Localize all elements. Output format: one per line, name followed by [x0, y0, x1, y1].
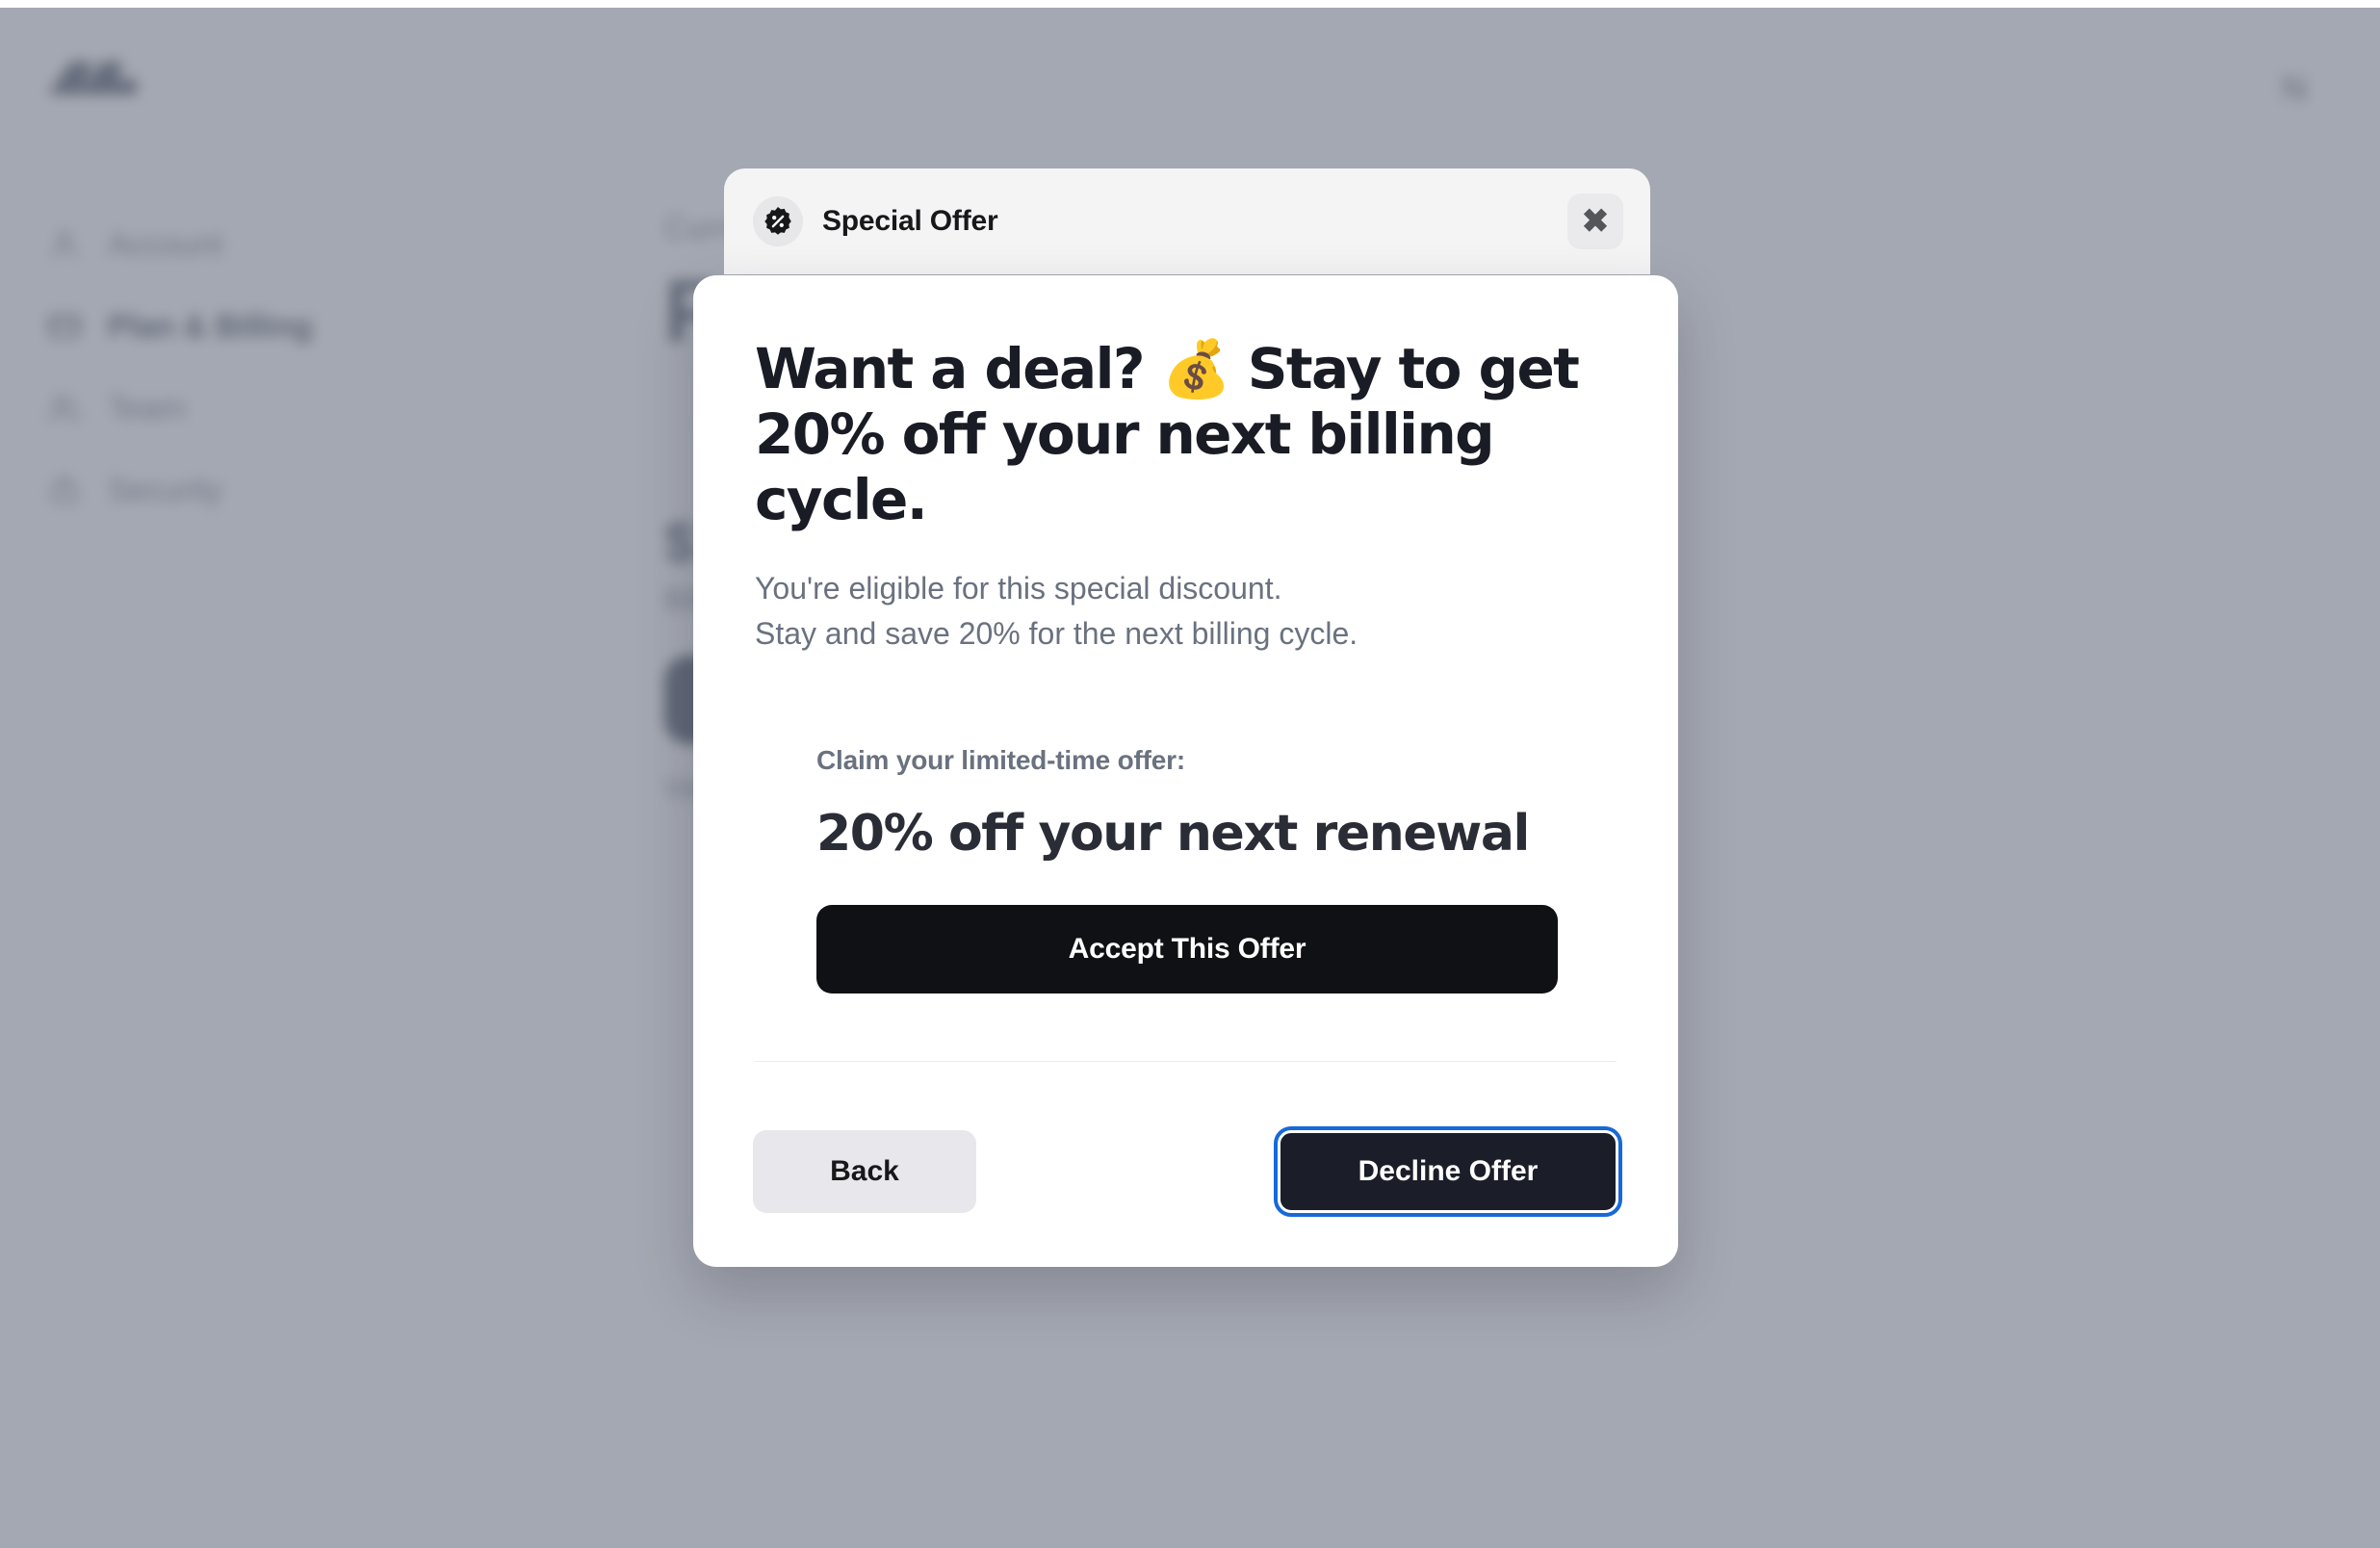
modal-content: Want a deal? 💰 Stay to get 20% off your …	[693, 275, 1678, 1076]
decline-offer-button[interactable]: Decline Offer	[1274, 1126, 1622, 1217]
modal-title: Special Offer	[822, 205, 998, 237]
modal-footer: Back Decline Offer	[693, 1076, 1678, 1267]
offer-subtext: You're eligible for this special discoun…	[755, 566, 1617, 657]
accept-offer-button[interactable]: Accept This Offer	[816, 904, 1558, 993]
decline-button-wrapper: Decline Offer	[1274, 1126, 1622, 1217]
offer-block: Claim your limited-time offer: 20% off y…	[755, 745, 1617, 993]
back-button[interactable]: Back	[753, 1130, 976, 1213]
modal-header-left: Special Offer	[753, 196, 998, 246]
modal-header: Special Offer ✖	[724, 168, 1650, 274]
close-icon[interactable]: ✖	[1567, 194, 1623, 249]
special-offer-modal: Want a deal? 💰 Stay to get 20% off your …	[693, 275, 1678, 1267]
offer-headline: Want a deal? 💰 Stay to get 20% off your …	[755, 336, 1580, 532]
badge-percent-icon	[753, 196, 803, 246]
offer-subtext-line-2: Stay and save 20% for the next billing c…	[755, 615, 1358, 651]
footer-divider	[755, 1060, 1617, 1062]
offer-subtext-line-1: You're eligible for this special discoun…	[755, 570, 1282, 606]
screen: N Account Plan & Billing	[0, 0, 2380, 1548]
offer-amount: 20% off your next renewal	[816, 804, 1530, 863]
offer-label: Claim your limited-time offer:	[816, 744, 1185, 775]
